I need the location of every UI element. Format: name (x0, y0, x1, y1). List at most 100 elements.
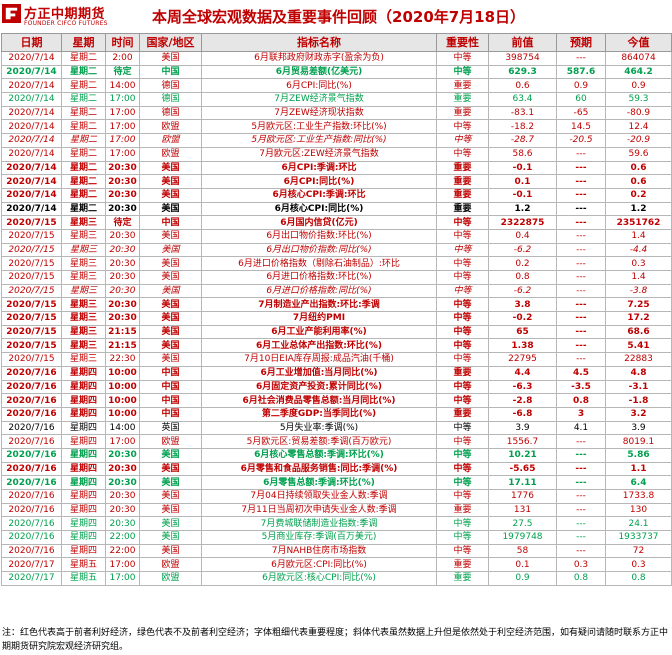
cell-weekday: 星期二 (61, 119, 106, 135)
cell-time: 21:15 (105, 338, 140, 354)
cell-region: 美国 (139, 228, 202, 244)
cell-weekday: 星期三 (61, 215, 106, 230)
cell-date: 2020/7/15 (1, 297, 62, 313)
footnote: 注：红色代表高于前者利好经济，绿色代表不及前者利空经济；字体粗细代表重要程度；斜… (2, 628, 669, 652)
table-row: 2020/7/14 星期二 17:00 欧盟 5月欧元区:工业生产指数:同比(%) 中等 -… (1, 133, 672, 148)
cell-region: 美国 (139, 461, 202, 477)
cell-weekday: 星期二 (61, 146, 106, 162)
cell-importance: 中等 (436, 297, 489, 313)
cell-previous: 1979748 (488, 530, 557, 545)
cell-previous: -28.7 (488, 133, 557, 148)
cell-date: 2020/7/16 (1, 420, 62, 436)
cell-forecast: --- (556, 160, 606, 176)
cell-indicator: 7月NAHB住房市场指数 (201, 543, 437, 559)
cell-indicator: 7月ZEW经济现状指数 (201, 105, 437, 121)
cell-weekday: 星期四 (61, 516, 106, 532)
cell-importance: 中等 (436, 311, 489, 326)
cell-actual: 1.4 (605, 270, 672, 285)
company-logo: 方正中期期货 FOUNDER CIFCO FUTURES (2, 3, 118, 31)
cell-previous: -83.1 (488, 105, 557, 121)
table-row: 2020/7/15 星期三 20:30 美国 6月出口物价指数:环比(%) 中等 0.4 --… (1, 228, 672, 244)
cell-importance: 重要 (436, 187, 489, 203)
cell-weekday: 星期三 (61, 338, 106, 354)
cell-indicator: 6月核心CPI:季调:环比 (201, 187, 437, 203)
cell-region: 欧盟 (139, 119, 202, 135)
cell-date: 2020/7/16 (1, 461, 62, 477)
cell-weekday: 星期四 (61, 406, 106, 422)
table-row: 2020/7/16 星期四 10:00 中国 第二季度GDP:当季同比(%) 重要 -6.8… (1, 406, 672, 422)
cell-date: 2020/7/14 (1, 146, 62, 162)
cell-importance: 重要 (436, 201, 489, 217)
cell-actual: -4.4 (605, 242, 672, 258)
cell-date: 2020/7/16 (1, 543, 62, 559)
cell-forecast: --- (556, 146, 606, 162)
cell-actual: 464.2 (605, 64, 672, 80)
cell-date: 2020/7/17 (1, 557, 62, 573)
cell-forecast: 3 (556, 406, 606, 422)
cell-weekday: 星期三 (61, 352, 106, 367)
cell-previous: 0.4 (488, 228, 557, 244)
cell-region: 美国 (139, 352, 202, 367)
cell-forecast: --- (556, 530, 606, 545)
cell-weekday: 星期二 (61, 51, 106, 66)
table-row: 2020/7/15 星期三 待定 中国 6月国内信贷(亿元) 中等 2322875 --- 23… (1, 215, 672, 230)
cell-weekday: 星期四 (61, 379, 106, 395)
cell-date: 2020/7/14 (1, 187, 62, 203)
table-row: 2020/7/15 星期三 21:15 美国 6月工业总体产出指数:环比(%) 中等 1.3… (1, 338, 672, 354)
cell-forecast: -20.5 (556, 133, 606, 148)
cell-forecast: --- (556, 516, 606, 532)
cell-forecast: --- (556, 461, 606, 477)
cell-importance: 中等 (436, 475, 489, 490)
cell-actual: 1.4 (605, 228, 672, 244)
table-row: 2020/7/14 星期二 20:30 美国 6月核心CPI:同比(%) 重要 1.2 ---… (1, 201, 672, 217)
cell-weekday: 星期五 (61, 571, 106, 586)
cell-importance: 重要 (436, 78, 489, 94)
cell-indicator: 6月工业产能利用率(%) (201, 324, 437, 340)
cell-actual: 0.8 (605, 571, 672, 586)
cell-weekday: 星期四 (61, 489, 106, 504)
cell-actual: 6.4 (605, 475, 672, 490)
cell-indicator: 6月社会消费品零售总额:当月同比(%) (201, 393, 437, 408)
cell-indicator: 6月欧元区:CPI:同比(%) (201, 557, 437, 573)
col-header-region: 国家/地区 (139, 33, 202, 52)
cell-indicator: 6月欧元区:核心CPI:同比(%) (201, 571, 437, 586)
cell-time: 17:00 (105, 146, 140, 162)
cell-region: 德国 (139, 92, 202, 107)
cell-importance: 中等 (436, 352, 489, 367)
cell-forecast: --- (556, 256, 606, 271)
cell-indicator: 6月进口价格指数:环比(%) (201, 270, 437, 285)
cell-importance: 重要 (436, 571, 489, 586)
cell-region: 美国 (139, 187, 202, 203)
cell-previous: 0.2 (488, 256, 557, 271)
cell-time: 20:30 (105, 516, 140, 532)
table-row: 2020/7/16 星期四 20:30 美国 6月零售总额:季调:环比(%) 中等 17.1… (1, 475, 672, 490)
cell-weekday: 星期四 (61, 543, 106, 559)
cell-date: 2020/7/15 (1, 324, 62, 340)
cell-date: 2020/7/14 (1, 201, 62, 217)
cell-region: 中国 (139, 365, 202, 381)
cell-forecast: 0.8 (556, 393, 606, 408)
cell-time: 14:00 (105, 78, 140, 94)
cell-date: 2020/7/16 (1, 406, 62, 422)
cell-weekday: 星期四 (61, 461, 106, 477)
col-header-indicator: 指标名称 (201, 33, 437, 52)
cell-forecast: -65 (556, 105, 606, 121)
table-row: 2020/7/15 星期三 20:30 美国 6月进口价格指数:环比(%) 中等 0.8 --… (1, 270, 672, 285)
table-row: 2020/7/16 星期四 20:30 美国 6月核心零售总额:季调:环比(%) 中等 10… (1, 447, 672, 463)
cell-indicator: 6月工业增加值:当月同比(%) (201, 365, 437, 381)
cell-weekday: 星期二 (61, 160, 106, 176)
cell-importance: 中等 (436, 420, 489, 436)
col-header-forecast: 预期 (556, 33, 606, 52)
cell-date: 2020/7/15 (1, 228, 62, 244)
table-row: 2020/7/17 星期五 17:00 欧盟 6月欧元区:CPI:同比(%) 重要 0.1 0… (1, 557, 672, 573)
cell-importance: 中等 (436, 119, 489, 135)
cell-region: 中国 (139, 379, 202, 395)
cell-previous: 398754 (488, 51, 557, 66)
cell-indicator: 6月CPI:同比(%) (201, 174, 437, 189)
cell-actual: 8019.1 (605, 434, 672, 449)
cell-previous: 10.21 (488, 447, 557, 463)
report-header: 方正中期期货 FOUNDER CIFCO FUTURES 本周全球宏观数据及重要… (0, 0, 672, 33)
cell-actual: -1.8 (605, 393, 672, 408)
cell-importance: 重要 (436, 174, 489, 189)
cell-region: 欧盟 (139, 557, 202, 573)
